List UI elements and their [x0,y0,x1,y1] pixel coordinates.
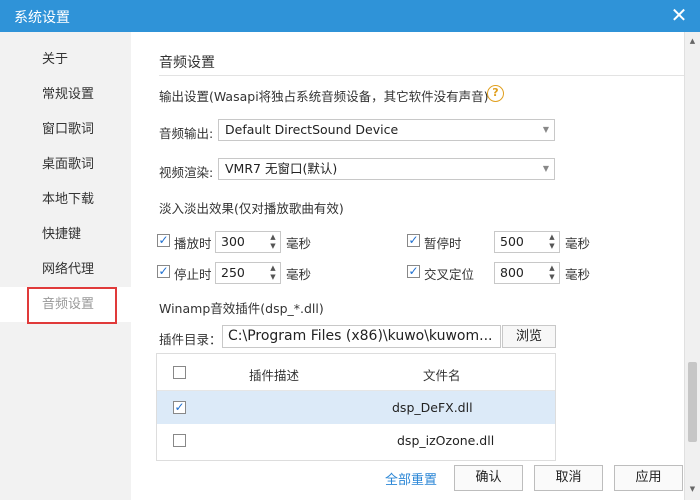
fade-stop-unit: 毫秒 [286,267,312,282]
reset-all-link[interactable]: 全部重置 [385,469,437,488]
check-icon: ✓ [408,233,419,247]
sidebar-item-local-download[interactable]: 本地下载 [0,182,131,217]
select-all-checkbox[interactable] [173,366,186,379]
plugin-dir-label: 插件目录： [159,332,222,347]
section-title: 音频设置 [159,55,215,71]
output-settings-note: 输出设置(Wasapi将独占系统音频设备，其它软件没有声音) [159,89,489,104]
stepper-up-icon[interactable]: ▲ [547,264,557,273]
video-render-value: VMR7 无窗口(默认) [225,161,338,176]
row-checkbox[interactable] [173,434,186,447]
row-file-name: dsp_DeFX.dll [392,400,473,415]
settings-sidebar: 关于 常规设置 窗口歌词 桌面歌词 本地下载 快捷键 网络代理 音频设置 [0,32,131,500]
row-file-name: dsp_izOzone.dll [397,433,495,448]
column-header-file: 文件名 [423,368,461,383]
vertical-scrollbar[interactable]: ▲ ▼ [684,32,700,500]
cancel-button[interactable]: 取消 [534,465,603,491]
sidebar-item-hotkeys[interactable]: 快捷键 [0,217,131,252]
fade-stop-stepper[interactable]: 250 ▲ ▼ [215,262,281,284]
check-icon: ✓ [174,400,185,414]
fade-crossfade-value: 800 [500,265,524,280]
scrollbar-thumb[interactable] [688,362,697,442]
table-header: 插件描述 文件名 [157,354,555,391]
table-row[interactable]: ✓ dsp_DeFX.dll [157,391,555,424]
scroll-down-icon[interactable]: ▼ [685,482,700,497]
scroll-up-icon[interactable]: ▲ [685,34,700,49]
column-header-desc: 插件描述 [249,368,300,383]
fade-crossfade-stepper[interactable]: 800 ▲ ▼ [494,262,560,284]
stepper-up-icon[interactable]: ▲ [547,233,557,242]
browse-button[interactable]: 浏览 [502,325,556,348]
help-icon[interactable]: ? [487,85,504,102]
fade-pause-checkbox[interactable]: ✓ [407,234,420,247]
fade-play-unit: 毫秒 [286,236,312,251]
fade-crossfade-label: 交叉定位 [424,267,475,282]
ok-button[interactable]: 确认 [454,465,523,491]
window-title: 系统设置 [14,10,70,26]
chevron-down-icon: ▼ [542,125,549,134]
section-divider [159,75,684,76]
stepper-up-icon[interactable]: ▲ [268,233,278,242]
apply-button[interactable]: 应用 [614,465,683,491]
fade-stop-label: 停止时 [174,267,212,282]
video-render-label: 视频渲染: [159,165,214,180]
fade-play-stepper[interactable]: 300 ▲ ▼ [215,231,281,253]
plugin-dir-input[interactable]: C:\Program Files (x86)\kuwo\kuwom... [222,325,501,348]
fade-crossfade-checkbox[interactable]: ✓ [407,265,420,278]
audio-settings-panel: 音频设置 输出设置(Wasapi将独占系统音频设备，其它软件没有声音) ? 音频… [131,32,700,500]
video-render-select[interactable]: VMR7 无窗口(默认) ▼ [218,158,555,180]
fade-pause-value: 500 [500,234,524,249]
stepper-down-icon[interactable]: ▼ [268,242,278,251]
winamp-plugin-title: Winamp音效插件(dsp_*.dll) [159,301,324,316]
sidebar-item-general[interactable]: 常规设置 [0,77,131,112]
check-icon: ✓ [158,233,169,247]
stepper-up-icon[interactable]: ▲ [268,264,278,273]
title-bar: 系统设置 ✕ [0,0,700,32]
fade-play-checkbox[interactable]: ✓ [157,234,170,247]
fade-play-label: 播放时 [174,236,212,251]
check-icon: ✓ [158,264,169,278]
fade-pause-stepper[interactable]: 500 ▲ ▼ [494,231,560,253]
stepper-down-icon[interactable]: ▼ [547,273,557,282]
fade-pause-label: 暂停时 [424,236,462,251]
sidebar-item-about[interactable]: 关于 [0,42,131,77]
check-icon: ✓ [408,264,419,278]
fade-stop-checkbox[interactable]: ✓ [157,265,170,278]
fade-crossfade-unit: 毫秒 [565,267,591,282]
plugin-table: 插件描述 文件名 ✓ dsp_DeFX.dll dsp_izOzone.dll [156,353,556,461]
stepper-down-icon[interactable]: ▼ [547,242,557,251]
close-icon[interactable]: ✕ [668,4,690,26]
active-item-highlight [27,287,117,324]
stepper-down-icon[interactable]: ▼ [268,273,278,282]
sidebar-item-desktop-lyrics[interactable]: 桌面歌词 [0,147,131,182]
fade-pause-unit: 毫秒 [565,236,591,251]
audio-output-label: 音频输出: [159,126,214,141]
sidebar-item-proxy[interactable]: 网络代理 [0,252,131,287]
fade-effect-title: 淡入淡出效果(仅对播放歌曲有效) [159,201,344,216]
audio-output-select[interactable]: Default DirectSound Device ▼ [218,119,555,141]
fade-play-value: 300 [221,234,245,249]
table-row[interactable]: dsp_izOzone.dll [157,424,555,457]
sidebar-item-window-lyrics[interactable]: 窗口歌词 [0,112,131,147]
chevron-down-icon: ▼ [542,164,549,173]
audio-output-value: Default DirectSound Device [225,122,399,137]
fade-stop-value: 250 [221,265,245,280]
row-checkbox[interactable]: ✓ [173,401,186,414]
